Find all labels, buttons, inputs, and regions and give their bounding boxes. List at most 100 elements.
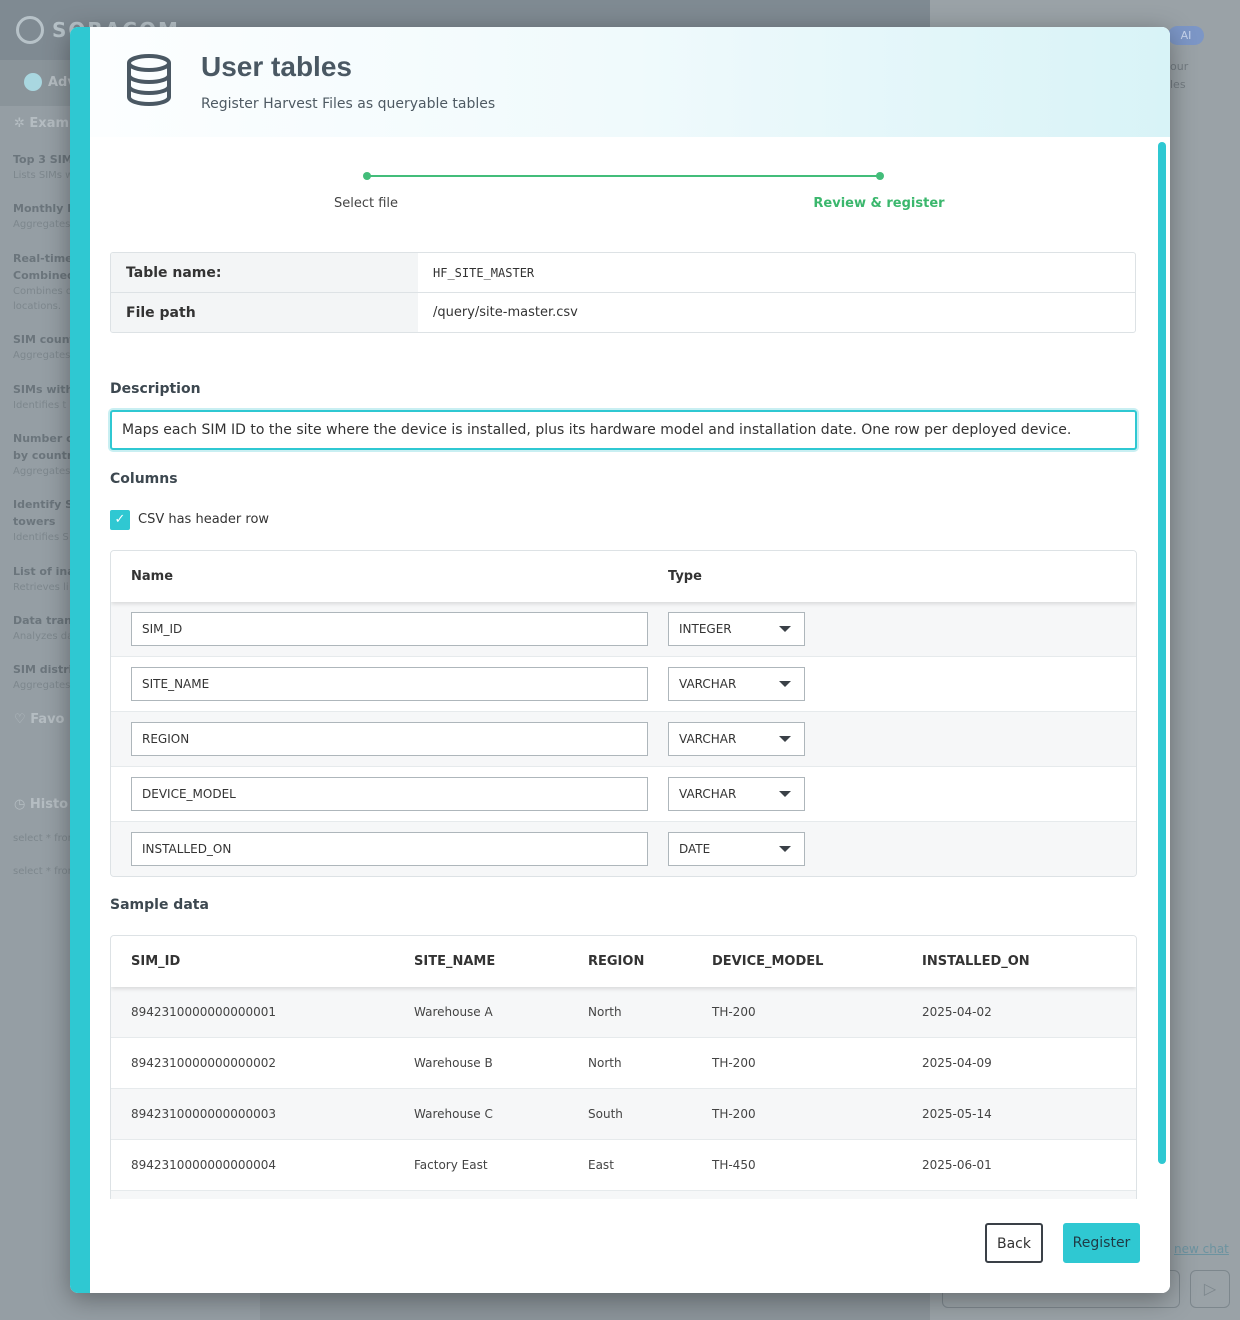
sample-cell: Warehouse C (414, 1107, 493, 1121)
column-name-input[interactable]: SITE_NAME (131, 667, 648, 701)
ai-badge: AI (1168, 26, 1204, 45)
table-row: 8942310000000000001 Warehouse A North TH-20… (111, 987, 1136, 1038)
sample-cell: 8942310000000000002 (131, 1056, 277, 1070)
sidebar-history-heading: ◷ Histo (14, 797, 69, 812)
sample-table-header: SIM_ID SITE_NAME REGION DEVICE_MODEL INSTALL… (111, 936, 1136, 987)
logo-icon (16, 16, 44, 44)
sample-cell: North (588, 1005, 622, 1019)
example-query-description: Aggregates (13, 350, 71, 361)
table-row: 8942310000000000005Factory WestWestTH-45… (111, 1191, 1136, 1199)
sample-column-header: INSTALLED_ON (922, 954, 1030, 969)
example-query-description: Aggregates (13, 466, 71, 477)
sample-cell: TH-200 (712, 1005, 756, 1019)
sample-cell: Factory East (414, 1158, 488, 1172)
example-query-title[interactable]: SIM count (13, 331, 75, 348)
sample-cell: South (588, 1107, 623, 1121)
example-query-description: Retrieves li (13, 582, 69, 593)
sidebar-examples-heading: ✲ Exam (14, 116, 70, 131)
user-tables-modal: User tables Register Harvest Files as qu… (70, 27, 1170, 1293)
example-query-title[interactable]: SIMs with (13, 381, 73, 398)
file-path-value: /query/site-master.csv (433, 305, 578, 320)
caret-down-icon (779, 626, 791, 632)
sample-data-label: Sample data (110, 897, 209, 913)
sample-cell: 2025-06-01 (922, 1158, 992, 1172)
new-chat-link[interactable]: new chat (1174, 1242, 1229, 1256)
modal-scrollbar[interactable] (1158, 142, 1166, 1164)
column-name-input[interactable]: INSTALLED_ON (131, 832, 648, 866)
table-name-value: HF_SITE_MASTER (433, 266, 535, 280)
column-name-input[interactable]: SIM_ID (131, 612, 648, 646)
caret-down-icon (779, 791, 791, 797)
modal-header: User tables Register Harvest Files as qu… (90, 27, 1170, 137)
example-query-title[interactable]: Data trans (13, 612, 79, 629)
history-item[interactable]: select * from (13, 833, 77, 844)
caret-down-icon (779, 681, 791, 687)
example-query-title[interactable]: Real-time Combined (13, 250, 75, 284)
columns-table-header: Name Type (111, 551, 1136, 602)
csv-header-checkbox-label[interactable]: CSV has header row (138, 512, 269, 527)
example-query-description: Lists SIMs w (13, 170, 74, 181)
modal-subtitle: Register Harvest Files as queryable tabl… (201, 96, 496, 112)
sidebar-favorites-heading: ♡ Favo (14, 712, 65, 727)
example-query-description: Identifies t (13, 400, 67, 411)
column-type-select[interactable]: VARCHAR (668, 722, 805, 756)
sample-cell: East (588, 1158, 614, 1172)
column-type-value: DATE (679, 842, 711, 856)
example-query-title[interactable]: Identify S towers (13, 496, 73, 530)
sample-column-header: SIM_ID (131, 954, 181, 969)
sample-column-header: REGION (588, 954, 645, 969)
column-type-select[interactable]: DATE (668, 832, 805, 866)
info-row-table-name: Table name: HF_SITE_MASTER (111, 253, 1135, 293)
column-type-select[interactable]: VARCHAR (668, 777, 805, 811)
table-row: 8942310000000000002 Warehouse B North TH-20… (111, 1038, 1136, 1089)
example-query-description: Analyzes da (13, 631, 74, 642)
caret-down-icon (779, 736, 791, 742)
sample-cell: 2025-04-02 (922, 1005, 992, 1019)
column-name-input[interactable]: REGION (131, 722, 648, 756)
columns-label: Columns (110, 471, 178, 487)
example-query-description: Aggregates (13, 219, 71, 230)
column-type-select[interactable]: INTEGER (668, 612, 805, 646)
stepper-line (367, 175, 877, 177)
csv-header-checkbox[interactable]: ✓ (110, 510, 130, 530)
column-header-name: Name (131, 569, 174, 584)
column-row: REGION VARCHAR (111, 712, 1136, 767)
file-path-label: File path (111, 293, 418, 332)
example-query-title[interactable]: SIM distri (13, 661, 72, 678)
table-row: 8942310000000000003 Warehouse C South TH-20… (111, 1089, 1136, 1140)
example-query-title[interactable]: Monthly b (13, 200, 75, 217)
example-query-title[interactable]: List of ina (13, 563, 75, 580)
step-select-file[interactable]: Select file (266, 196, 466, 211)
send-icon[interactable]: ▷ (1190, 1270, 1230, 1308)
column-row: INSTALLED_ON DATE (111, 822, 1136, 876)
chat-panel-text: our (1170, 60, 1189, 73)
chat-panel-text: les (1170, 78, 1186, 91)
back-button[interactable]: Back (985, 1223, 1043, 1263)
sample-cell: Warehouse B (414, 1056, 493, 1070)
table-name-label: Table name: (111, 253, 418, 292)
sample-cell: TH-200 (712, 1107, 756, 1121)
sample-cell: 8942310000000000004 (131, 1158, 277, 1172)
step-dot-select-file (363, 172, 371, 180)
column-name-input[interactable]: DEVICE_MODEL (131, 777, 648, 811)
register-button[interactable]: Register (1063, 1223, 1140, 1263)
check-icon: ✓ (114, 512, 126, 527)
table-row: 8942310000000000004 Factory East East TH-45… (111, 1140, 1136, 1191)
sample-cell: TH-450 (712, 1158, 756, 1172)
modal-body: Select file Review & register Table name… (90, 137, 1148, 1199)
modal-footer: Back Register (90, 1199, 1170, 1293)
column-type-select[interactable]: VARCHAR (668, 667, 805, 701)
description-input[interactable] (110, 410, 1137, 450)
column-type-value: VARCHAR (679, 732, 737, 746)
column-row: SITE_NAME VARCHAR (111, 657, 1136, 712)
sample-cell: North (588, 1056, 622, 1070)
sample-column-header: SITE_NAME (414, 954, 496, 969)
info-row-file-path: File path /query/site-master.csv (111, 293, 1135, 332)
sample-column-header: DEVICE_MODEL (712, 954, 824, 969)
example-query-description: Identifies S (13, 532, 69, 543)
example-query-description: Combines d locations. (13, 286, 72, 312)
example-query-title[interactable]: Number o by countr (13, 430, 74, 464)
column-type-value: VARCHAR (679, 787, 737, 801)
history-item[interactable]: select * from (13, 866, 77, 877)
column-type-value: INTEGER (679, 622, 732, 636)
